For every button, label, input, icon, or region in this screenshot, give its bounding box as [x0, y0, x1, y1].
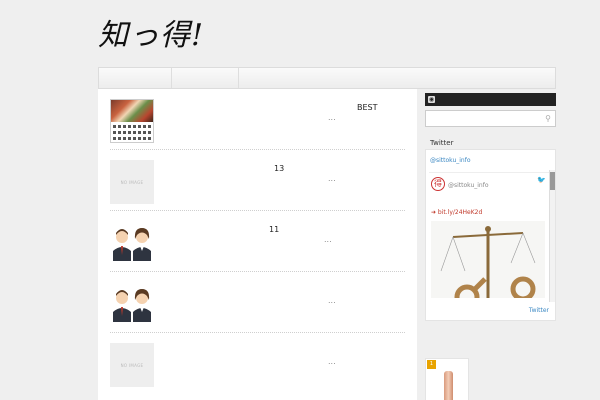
rank-badge: 1	[427, 360, 436, 369]
post-title[interactable]: 13	[274, 164, 284, 173]
post-excerpt: ...	[324, 235, 332, 244]
ranking-product[interactable]: 1	[425, 358, 469, 400]
post-thumbnail[interactable]	[110, 282, 154, 326]
sidebar: ◉ ⚲ Twitter	[425, 93, 556, 147]
list-item[interactable]: ...	[110, 272, 405, 333]
twitter-heading: Twitter	[430, 139, 454, 147]
tweet-timeline: 得 @sittoku_info 🐦 ➜ bit.ly/24HeK2d	[429, 172, 550, 298]
post-list: BEST ... NO IMAGE 13 ... 11 ... ... NO I…	[98, 89, 417, 400]
tweet-handle[interactable]: @sittoku_info	[448, 182, 489, 189]
rss-bar: ◉	[425, 93, 556, 106]
twitter-user-link[interactable]: @sittoku_info	[430, 157, 471, 164]
product-image[interactable]	[444, 371, 453, 400]
post-excerpt: ...	[328, 357, 336, 366]
tweet-link[interactable]: ➜ bit.ly/24HeK2d	[431, 209, 482, 216]
search-icon[interactable]: ⚲	[545, 114, 551, 123]
site-logo[interactable]: 知っ得!	[98, 10, 204, 54]
twitter-bird-icon[interactable]: 🐦	[537, 176, 546, 184]
timeline-scrollbar[interactable]	[549, 170, 555, 302]
post-thumbnail[interactable]	[110, 221, 154, 265]
nav-item-2[interactable]	[172, 68, 239, 88]
list-item[interactable]: BEST ...	[110, 89, 405, 150]
list-item[interactable]: 11 ...	[110, 211, 405, 272]
post-excerpt: ...	[328, 113, 336, 122]
tweet-image[interactable]	[431, 221, 545, 298]
post-excerpt: ...	[328, 174, 336, 183]
no-image-placeholder[interactable]: NO IMAGE	[110, 343, 154, 387]
global-nav	[98, 67, 556, 89]
nav-item-1[interactable]	[99, 68, 172, 88]
list-item[interactable]: NO IMAGE 13 ...	[110, 150, 405, 211]
no-image-placeholder[interactable]: NO IMAGE	[110, 160, 154, 204]
post-thumbnail[interactable]	[110, 99, 154, 143]
post-excerpt: ...	[328, 296, 336, 305]
twitter-widget: @sittoku_info 得 @sittoku_info 🐦 ➜ bit.ly…	[425, 149, 556, 321]
post-title[interactable]: 11	[269, 225, 279, 234]
list-item[interactable]: NO IMAGE ...	[110, 333, 405, 394]
search-input[interactable]: ⚲	[425, 110, 556, 127]
twitter-footer-link[interactable]: Twitter	[529, 307, 549, 314]
post-title[interactable]: BEST	[357, 103, 378, 112]
avatar[interactable]: 得	[431, 177, 445, 191]
rss-icon[interactable]: ◉	[428, 96, 435, 103]
